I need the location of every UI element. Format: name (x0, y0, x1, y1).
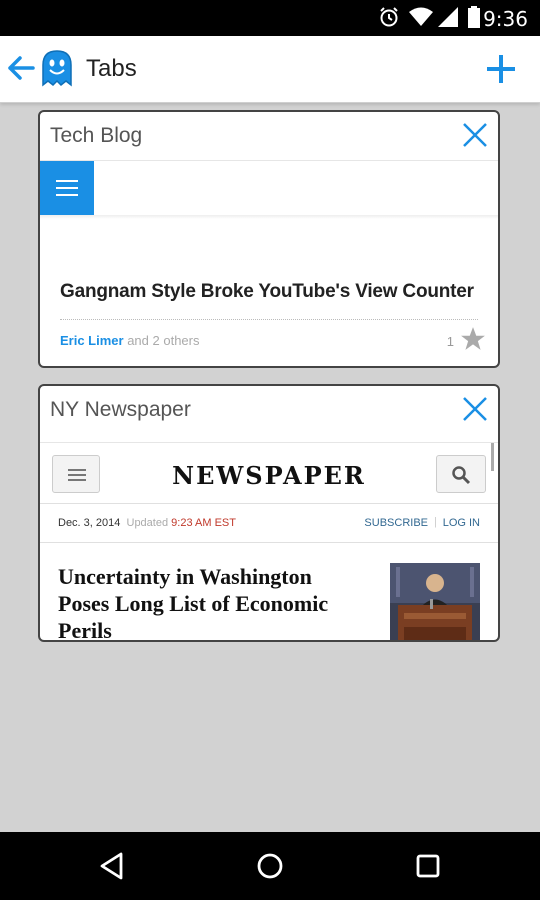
system-nav-bar (0, 832, 540, 900)
menu-icon[interactable] (40, 161, 94, 215)
home-circle-icon[interactable] (254, 850, 286, 882)
divider (40, 215, 498, 219)
search-button[interactable] (436, 455, 486, 493)
status-bar: 9:36 (0, 0, 540, 36)
article-headline[interactable]: Uncertainty in Washington Poses Long Lis… (58, 563, 358, 640)
login-link[interactable]: LOG IN (443, 517, 480, 529)
tab-title: Tech Blog (50, 124, 143, 147)
newspaper-header: NEWSPAPER (40, 443, 498, 504)
tab-card-tech-blog[interactable]: Tech Blog Gangnam Style Broke YouTube's … (38, 110, 500, 368)
alarm-icon (380, 7, 398, 27)
updated-time: 9:23 AM EST (171, 517, 236, 529)
article-photo-image (390, 563, 480, 640)
article-byline: Eric Limer and 2 others (60, 333, 199, 348)
signal-icon (438, 7, 458, 27)
battery-icon (468, 6, 480, 28)
search-icon (452, 466, 471, 485)
recents-square-icon[interactable] (412, 850, 444, 882)
back-triangle-icon[interactable] (96, 850, 128, 882)
arrow-left-icon[interactable] (6, 53, 36, 83)
link-separator: | (434, 516, 437, 528)
close-icon[interactable] (460, 394, 490, 424)
dateline-bar: Dec. 3, 2014 Updated 9:23 AM EST SUBSCRI… (40, 504, 498, 543)
author-link[interactable]: Eric Limer (60, 333, 124, 348)
scrollbar[interactable] (491, 443, 494, 471)
tab-preview[interactable]: Gangnam Style Broke YouTube's View Count… (40, 160, 498, 366)
status-time: 9:36 (483, 7, 528, 31)
tab-card-ny-newspaper[interactable]: NY Newspaper NEWSPAPER Dec. 3, 2014 Upda… (38, 384, 500, 642)
article-photo[interactable] (390, 563, 480, 640)
star-icon[interactable] (460, 326, 486, 352)
date: Dec. 3, 2014 (58, 517, 121, 529)
app-bar: Tabs (0, 36, 540, 103)
newspaper-logo[interactable]: NEWSPAPER (40, 461, 498, 490)
like-count: 1 (446, 334, 454, 349)
ghost-icon (42, 50, 72, 87)
tab-title: NY Newspaper (50, 398, 191, 421)
tab-preview[interactable]: NEWSPAPER Dec. 3, 2014 Updated 9:23 AM E… (40, 442, 498, 640)
plus-icon[interactable] (486, 54, 516, 84)
author-suffix: and 2 others (123, 333, 200, 348)
subscribe-link[interactable]: SUBSCRIBE (364, 517, 428, 529)
article-headline: Gangnam Style Broke YouTube's View Count… (60, 281, 474, 302)
close-icon[interactable] (460, 120, 490, 150)
dateline: Dec. 3, 2014 Updated 9:23 AM EST (58, 517, 236, 529)
divider (60, 319, 478, 320)
wifi-icon (409, 7, 433, 26)
page-title: Tabs (86, 55, 137, 82)
updated-label: Updated (126, 517, 169, 529)
